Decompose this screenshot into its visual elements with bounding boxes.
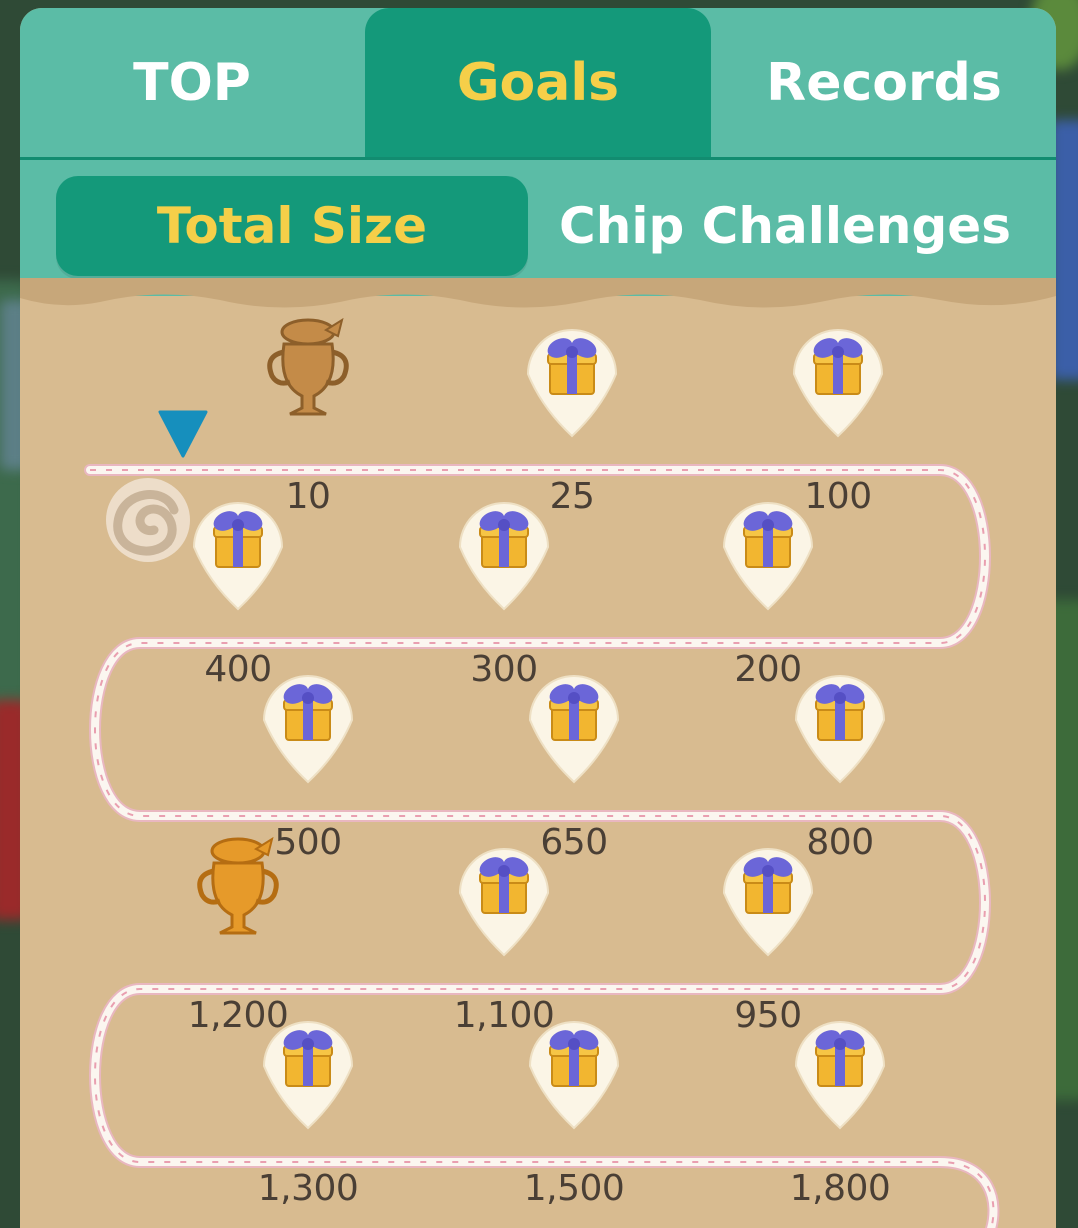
goal-value-label: 10	[285, 476, 331, 517]
gift-icon[interactable]	[458, 502, 550, 611]
goal-value-label: 100	[804, 476, 872, 517]
gift-icon[interactable]	[192, 502, 284, 611]
subtab-total-size[interactable]: Total Size	[56, 176, 528, 276]
goal-value-label: 1,200	[187, 995, 289, 1036]
goal-value-label: 500	[274, 822, 342, 863]
goal-track	[20, 278, 1056, 1228]
gift-icon[interactable]	[528, 675, 620, 784]
tab-top[interactable]: TOP	[20, 8, 364, 158]
gift-icon[interactable]	[458, 848, 550, 957]
gift-icon[interactable]	[262, 1021, 354, 1130]
goal-value-label: 1,100	[453, 995, 555, 1036]
tab-records[interactable]: Records	[712, 8, 1056, 158]
goal-value-label: 200	[734, 649, 802, 690]
goal-value-label: 300	[470, 649, 538, 690]
triangle-down-icon	[158, 410, 208, 458]
sub-tab-bar: Total Size Chip Challenges	[20, 160, 1056, 296]
swirl-icon	[106, 478, 190, 562]
main-tab-bar: TOP Goals Records	[20, 8, 1056, 160]
subtab-chip-challenges[interactable]: Chip Challenges	[540, 176, 1030, 276]
trophy-icon[interactable]	[267, 317, 349, 416]
goal-value-label: 400	[204, 649, 272, 690]
gift-icon[interactable]	[792, 329, 884, 438]
tab-goals[interactable]: Goals	[365, 8, 711, 158]
gift-icon[interactable]	[794, 1021, 886, 1130]
goal-value-label: 1,800	[789, 1168, 891, 1209]
goal-value-label: 1,500	[523, 1168, 625, 1209]
goal-value-label: 800	[806, 822, 874, 863]
goals-panel: TOP Goals Records Total Size Chip Challe…	[20, 8, 1056, 1228]
sand-wave-edge	[20, 278, 1056, 308]
gift-icon[interactable]	[526, 329, 618, 438]
goal-value-label: 950	[734, 995, 802, 1036]
goal-value-label: 25	[549, 476, 595, 517]
gift-icon[interactable]	[794, 675, 886, 784]
goal-value-label: 650	[540, 822, 608, 863]
gift-icon[interactable]	[722, 848, 814, 957]
gift-icon[interactable]	[528, 1021, 620, 1130]
goal-track-area: 10 25 100 200 300 400 500 650 800 950 1,100 1,200 1,…	[20, 278, 1056, 1228]
goal-value-label: 1,300	[257, 1168, 359, 1209]
gift-icon[interactable]	[262, 675, 354, 784]
gift-icon[interactable]	[722, 502, 814, 611]
